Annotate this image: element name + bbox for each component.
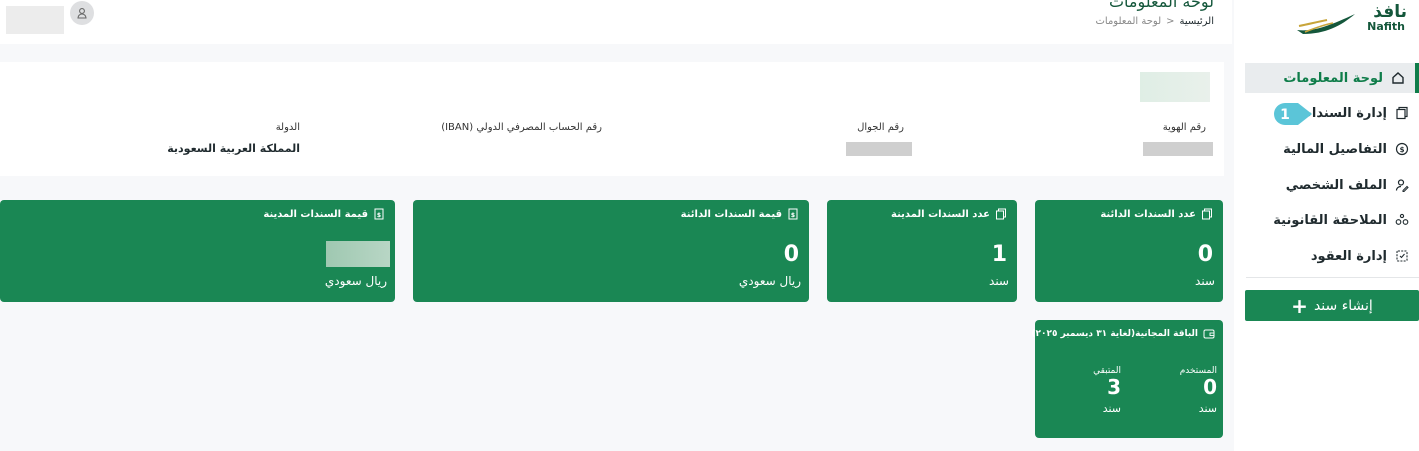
sidebar-item-contracts[interactable]: إدارة العقود <box>1245 241 1419 271</box>
card-unit: سند <box>989 274 1009 288</box>
mobile-number-label: رقم الجوال <box>857 122 904 133</box>
creditor-bonds-value-card[interactable]: $ قيمة السندات الدائنة 0 ريال سعودي <box>413 200 809 302</box>
breadcrumb-separator: > <box>1166 16 1175 27</box>
create-bond-label: إنشاء سند <box>1313 297 1373 314</box>
svg-text:$: $ <box>377 212 381 219</box>
card-title: $ قيمة السندات الدائنة <box>681 208 799 220</box>
plus-icon: + <box>1291 293 1308 318</box>
remaining-unit: سند <box>1102 402 1121 415</box>
card-title-text: قيمة السندات المدينة <box>263 208 368 220</box>
user-edit-icon <box>1395 179 1409 192</box>
card-title: عدد السندات الدائنة <box>1100 208 1213 220</box>
used-unit: سند <box>1198 402 1217 415</box>
sidebar-item-label: إدارة العقود <box>1310 248 1387 264</box>
documents-icon <box>1396 106 1408 120</box>
debtor-bonds-value-card[interactable]: $ قيمة السندات المدينة ريال سعودي <box>0 200 395 302</box>
logo-latin: Nafith <box>1367 20 1405 33</box>
card-title-text: عدد السندات الدائنة <box>1100 208 1196 220</box>
card-unit: سند <box>1195 274 1215 288</box>
card-unit: ريال سعودي <box>738 274 801 288</box>
create-bond-button[interactable]: + إنشاء سند <box>1245 290 1419 321</box>
sidebar-item-profile[interactable]: الملف الشخصي <box>1245 170 1419 200</box>
package-title: الباقة المجانية(لغاية ٣١ ديسمبر ٢٠٢٥) <box>1031 328 1215 340</box>
sidebar-item-legal[interactable]: الملاحقة القانونية <box>1245 205 1419 235</box>
card-title-text: عدد السندات المدينة <box>891 208 990 220</box>
sidebar-item-dashboard[interactable]: لوحة المعلومات <box>1245 63 1419 93</box>
card-value-redacted <box>326 241 390 267</box>
app-root: لوحة المعلومات الرئيسية > لوحة المعلومات… <box>0 0 1419 451</box>
mobile-number-redacted <box>846 142 912 156</box>
breadcrumb-home-link[interactable]: الرئيسية <box>1180 16 1214 27</box>
card-unit: ريال سعودي <box>324 274 387 288</box>
country-value: المملكة العربية السعودية <box>167 142 300 155</box>
step-badge-number: 1 <box>1280 107 1290 123</box>
page-title: لوحة المعلومات <box>1108 0 1214 11</box>
debtor-bonds-count-card[interactable]: عدد السندات المدينة 1 سند <box>827 200 1017 302</box>
logo-wing-icon <box>1297 14 1355 34</box>
svg-text:$: $ <box>1400 146 1405 154</box>
country-label: الدولة <box>275 122 300 133</box>
documents-icon <box>1202 208 1212 220</box>
card-value: 0 <box>1197 242 1213 267</box>
home-icon <box>1392 72 1404 84</box>
used-value: 0 <box>1203 375 1217 399</box>
free-package-card[interactable]: الباقة المجانية(لغاية ٣١ ديسمبر ٢٠٢٥) ال… <box>1031 320 1223 438</box>
wallet-icon <box>1203 329 1215 339</box>
card-title: عدد السندات المدينة <box>891 208 1007 220</box>
svg-text:$: $ <box>791 212 795 219</box>
money-doc-icon: $ <box>374 208 384 220</box>
sidebar-item-label: لوحة المعلومات <box>1283 70 1383 86</box>
currency-icon: $ <box>1395 142 1409 156</box>
user-avatar-icon[interactable] <box>70 1 94 25</box>
nafith-logo[interactable]: نافذ Nafith <box>1295 4 1407 38</box>
creditor-bonds-count-card[interactable]: عدد السندات الدائنة 0 سند <box>1035 200 1223 302</box>
user-name-redacted <box>6 6 64 34</box>
sidebar-divider <box>1246 277 1419 278</box>
sidebar-item-label: التفاصيل المالية <box>1283 141 1387 157</box>
remaining-value: 3 <box>1107 375 1121 399</box>
card-title-text: قيمة السندات الدائنة <box>680 208 782 220</box>
iban-label: رقم الحساب المصرفي الدولي (IBAN) <box>441 122 602 133</box>
sidebar-item-label: الملاحقة القانونية <box>1273 212 1387 228</box>
sidebar-item-label: الملف الشخصي <box>1285 177 1387 193</box>
id-number-label: رقم الهوية <box>1162 122 1206 133</box>
package-title-text: الباقة المجانية(لغاية ٣١ ديسمبر ٢٠٢٥) <box>1031 329 1198 339</box>
sidebar-item-financial[interactable]: $ التفاصيل المالية <box>1245 134 1419 164</box>
legal-icon <box>1395 213 1409 225</box>
sidebar: نافذ Nafith لوحة المعلومات إدارة السندات… <box>1234 0 1419 451</box>
breadcrumb: الرئيسية > لوحة المعلومات <box>1095 16 1214 27</box>
logo-arabic: نافذ <box>1373 2 1407 22</box>
id-number-redacted <box>1143 142 1213 156</box>
top-header: لوحة المعلومات الرئيسية > لوحة المعلومات <box>0 0 1232 44</box>
money-doc-icon: $ <box>788 208 798 220</box>
breadcrumb-current: لوحة المعلومات <box>1095 16 1162 27</box>
card-title: $ قيمة السندات المدينة <box>263 208 385 220</box>
profile-image-redacted <box>1140 72 1210 102</box>
documents-icon <box>996 208 1006 220</box>
step-badge: 1 <box>1274 103 1312 125</box>
user-info-card: رقم الهوية رقم الجوال رقم الحساب المصرفي… <box>0 62 1224 176</box>
contract-icon <box>1396 250 1408 262</box>
card-value: 0 <box>783 242 799 267</box>
card-value: 1 <box>991 242 1007 267</box>
